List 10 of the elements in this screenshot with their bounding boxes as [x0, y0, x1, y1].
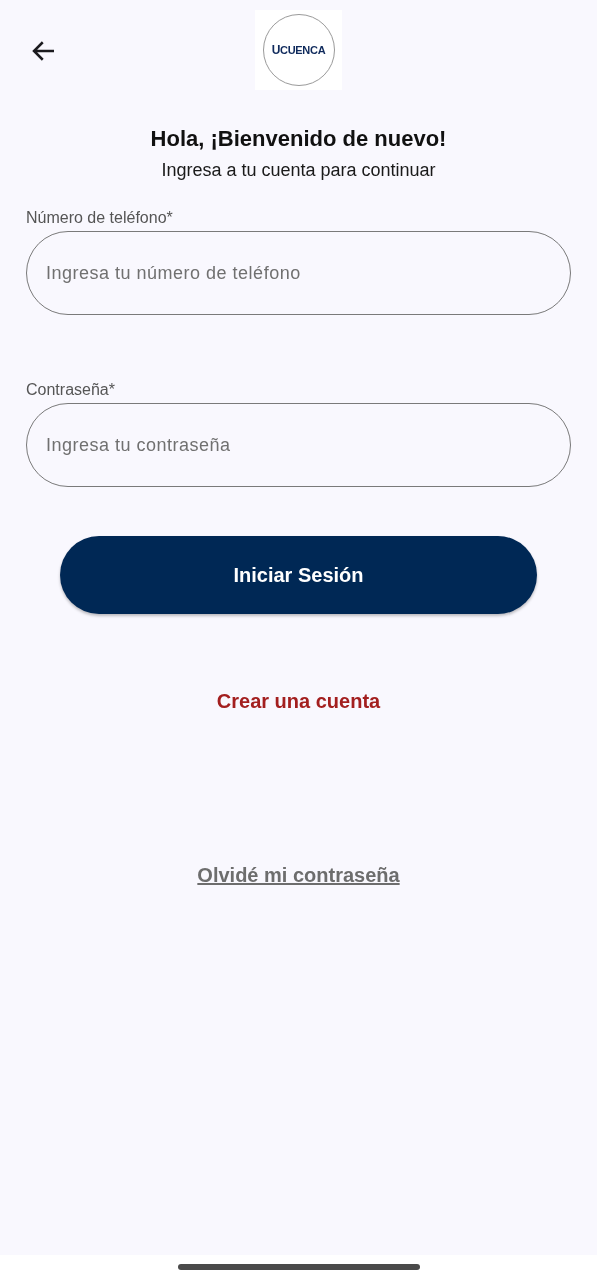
create-account-link[interactable]: Crear una cuenta — [216, 690, 381, 713]
password-field[interactable]: Ingresa tu contraseña — [26, 403, 571, 487]
logo-text: UCUENCA — [271, 43, 326, 57]
field-label: Contraseña* — [26, 381, 116, 399]
subtitle: Ingresa a tu cuenta para continuar — [160, 160, 437, 181]
login-button[interactable]: Iniciar Sesión — [60, 536, 537, 614]
welcome-title: Hola, ¡Bienvenido de nuevo! — [149, 126, 448, 152]
forgot-password-link[interactable]: Olvidé mi contraseña — [197, 864, 400, 887]
phone-field[interactable]: Ingresa tu número de teléfono — [26, 231, 571, 315]
field-label: Número de teléfono* — [26, 209, 174, 227]
